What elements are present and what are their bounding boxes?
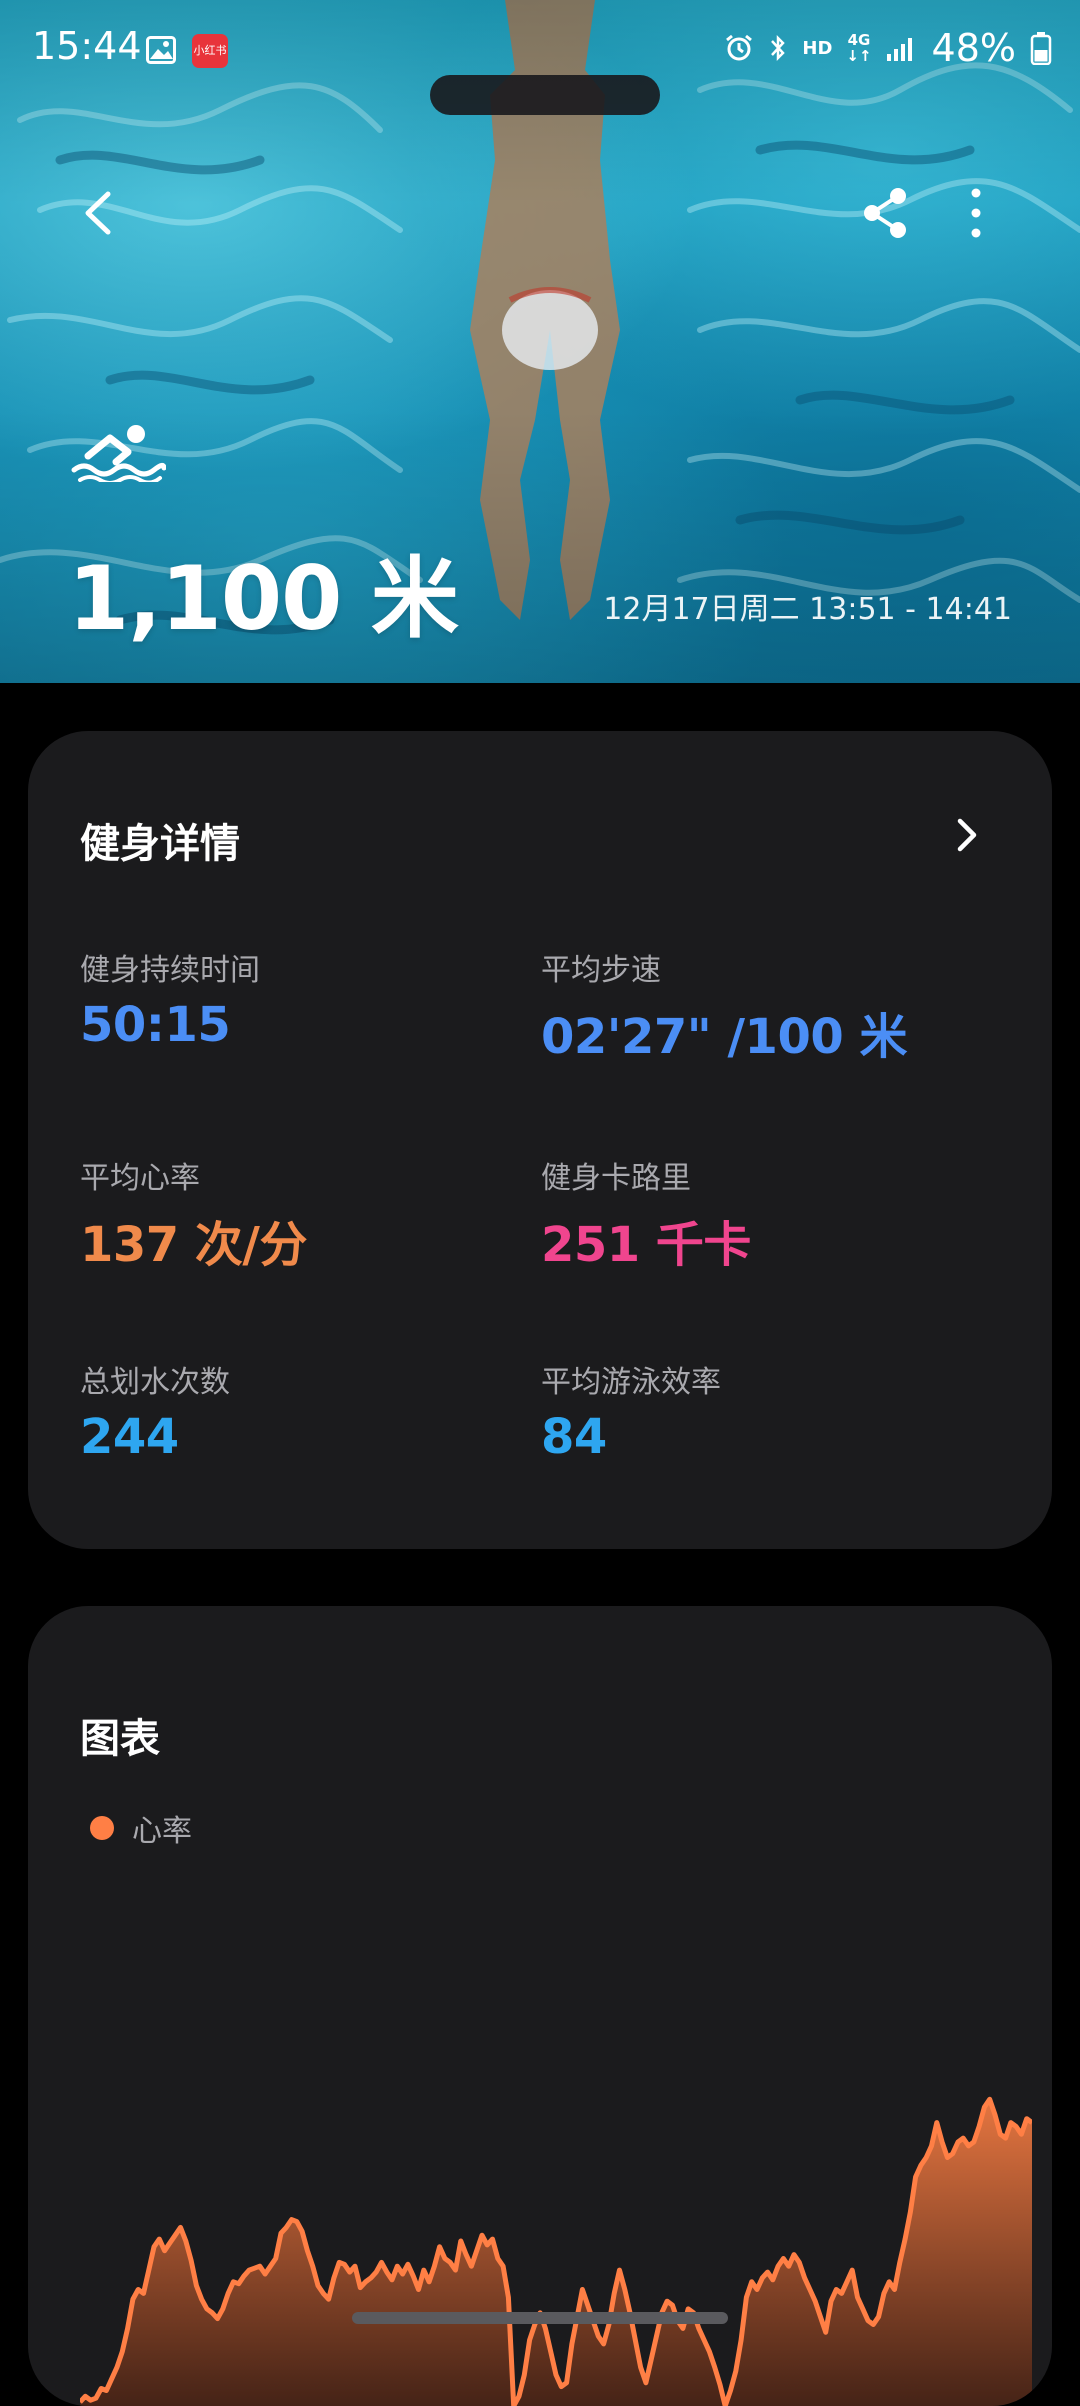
battery-percent: 48% (931, 26, 1016, 70)
bluetooth-icon (771, 34, 786, 62)
heart-rate-chart (80, 2096, 1032, 2406)
status-time: 15:44 (32, 24, 142, 68)
details-title: 健身详情 (80, 821, 240, 867)
metric-label: 健身卡路里 (541, 1161, 691, 1196)
metric-value: 50:15 (80, 997, 231, 1053)
heart-rate-area (80, 2099, 1032, 2406)
chart-title: 图表 (80, 1716, 160, 1762)
hd-voice-label: HD (802, 37, 833, 59)
status-bar: 15:44 小红书 HD 4G ↓↑ 48% (0, 0, 1080, 100)
status-indicators: HD 4G ↓↑ 48% (724, 26, 1052, 70)
metric-label: 平均步速 (541, 953, 661, 988)
legend-dot (90, 1816, 114, 1840)
metric-swolf: 平均游泳效率 84 (541, 1357, 721, 1465)
metric-value: 02'27" /100 米 (541, 1009, 907, 1065)
workout-date-range: 12月17日周二 13:51 - 14:41 (603, 592, 1012, 627)
app-notification-icon: 小红书 (192, 34, 228, 68)
metric-value: 84 (541, 1409, 607, 1465)
metric-value: 244 (80, 1409, 179, 1465)
chevron-right-icon[interactable] (946, 813, 986, 857)
workout-details-card: 健身详情 健身持续时间 50:15 平均步速 02'27" /100 米 平均心… (28, 731, 1052, 1549)
metric-duration: 健身持续时间 50:15 (80, 945, 260, 1053)
alarm-icon (726, 34, 753, 61)
metric-value: 251 千卡 (541, 1217, 751, 1273)
battery-icon (1030, 32, 1052, 65)
chart-legend: 心率 (90, 1806, 192, 1850)
metric-value: 137 次/分 (80, 1217, 307, 1273)
metric-label: 平均心率 (80, 1161, 200, 1196)
more-options-icon[interactable] (956, 180, 996, 246)
share-icon[interactable] (858, 180, 914, 246)
signal-icon (886, 38, 912, 61)
metric-total-strokes: 总划水次数 244 (80, 1357, 230, 1465)
metric-label: 平均游泳效率 (541, 1365, 721, 1400)
home-indicator[interactable] (352, 2312, 728, 2324)
metric-calories: 健身卡路里 251 千卡 (541, 1153, 751, 1275)
back-icon[interactable] (70, 180, 130, 246)
metric-label: 总划水次数 (80, 1365, 230, 1400)
data-arrows-icon: ↓↑ (846, 47, 872, 65)
network-type-label: 4G ↓↑ (846, 32, 871, 64)
metric-label: 健身持续时间 (80, 953, 260, 988)
swimming-icon (71, 425, 166, 482)
metric-avg-heart-rate: 平均心率 137 次/分 (80, 1153, 307, 1275)
total-distance: 1,100 米 (68, 547, 459, 650)
legend-label: 心率 (132, 1814, 192, 1849)
chart-card: 图表 心率 (28, 1606, 1052, 2406)
gallery-icon (146, 36, 176, 64)
metric-avg-pace: 平均步速 02'27" /100 米 (541, 945, 907, 1067)
